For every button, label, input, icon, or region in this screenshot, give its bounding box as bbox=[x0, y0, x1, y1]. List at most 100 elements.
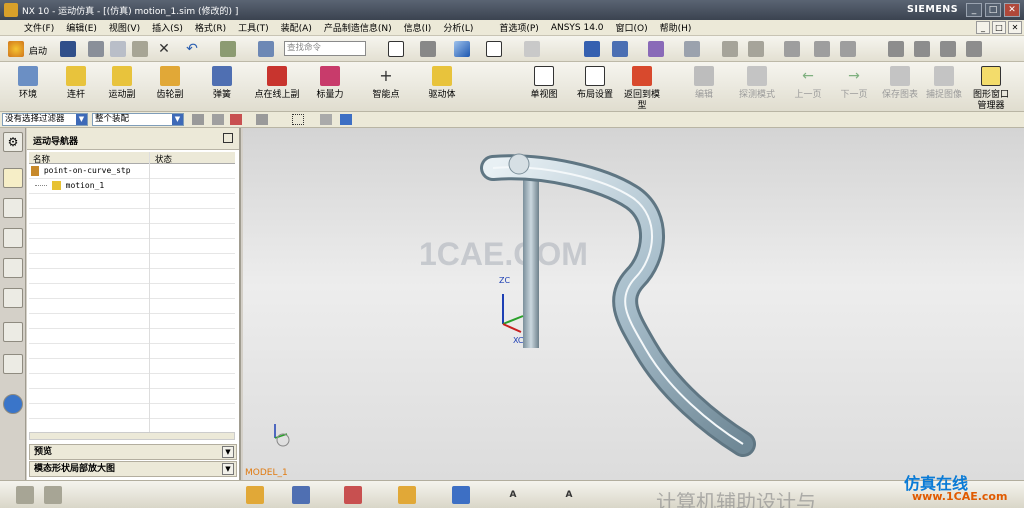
minimize-button[interactable]: _ bbox=[966, 3, 982, 17]
shaded-display-icon[interactable] bbox=[454, 41, 470, 57]
spring-button[interactable]: 弹簧 bbox=[204, 66, 240, 101]
tree-row-sim[interactable]: point-on-curve_stp bbox=[29, 164, 235, 178]
orient-view-icon[interactable] bbox=[420, 41, 436, 57]
pattern-icon[interactable] bbox=[940, 41, 956, 57]
reuse-library-icon[interactable] bbox=[3, 288, 23, 308]
text-tool-icon[interactable]: A bbox=[504, 486, 522, 504]
reposition-icon[interactable] bbox=[914, 41, 930, 57]
doc-close-button[interactable]: ✕ bbox=[1008, 21, 1022, 34]
part-navigator-icon[interactable] bbox=[3, 258, 23, 278]
previous-page-button[interactable]: ← 上一页 bbox=[790, 66, 826, 101]
role-icon[interactable] bbox=[3, 394, 23, 414]
link-button[interactable]: 连杆 bbox=[58, 66, 94, 101]
next-page-button[interactable]: → 下一页 bbox=[836, 66, 872, 101]
component-icon[interactable] bbox=[748, 41, 764, 57]
paste-icon[interactable] bbox=[132, 41, 148, 57]
menu-analysis[interactable]: 分析(L) bbox=[437, 21, 479, 34]
bottom-tool-3-icon[interactable] bbox=[246, 486, 264, 504]
menu-tools[interactable]: 工具(T) bbox=[232, 21, 275, 34]
environment-button[interactable]: 环境 bbox=[10, 66, 46, 101]
menu-edit[interactable]: 编辑(E) bbox=[60, 21, 103, 34]
graphics-window[interactable]: 1CAE.COM ZC XC MODEL_1 bbox=[243, 128, 1024, 480]
history-icon[interactable] bbox=[3, 322, 23, 342]
ball[interactable] bbox=[508, 153, 530, 175]
vertical-post[interactable] bbox=[523, 170, 539, 348]
settings-gear-icon[interactable]: ⚙ bbox=[3, 132, 23, 152]
bottom-tool-5-icon[interactable] bbox=[344, 486, 362, 504]
layout-settings-button[interactable]: 布局设置 bbox=[574, 66, 616, 101]
layer-icon[interactable] bbox=[524, 41, 540, 57]
save-icon[interactable] bbox=[60, 41, 76, 57]
menu-format[interactable]: 格式(R) bbox=[189, 21, 232, 34]
bottom-tool-4-icon[interactable] bbox=[292, 486, 310, 504]
text-tool-2-icon[interactable]: A bbox=[560, 486, 578, 504]
fit-view-icon[interactable] bbox=[388, 41, 404, 57]
point-on-curve-button[interactable]: 点在线上副 bbox=[252, 66, 302, 101]
menu-ansys[interactable]: ANSYS 14.0 bbox=[545, 23, 610, 33]
mirror-icon[interactable] bbox=[966, 41, 982, 57]
snap-icon[interactable] bbox=[256, 114, 268, 125]
cut-icon[interactable] bbox=[88, 41, 104, 57]
smart-point-button[interactable]: + 智能点 bbox=[366, 66, 406, 101]
snap-point-icon[interactable] bbox=[230, 114, 242, 125]
explode-icon[interactable] bbox=[840, 41, 856, 57]
close-button[interactable]: ✕ bbox=[1004, 3, 1020, 17]
measure-icon[interactable] bbox=[648, 41, 664, 57]
menu-view[interactable]: 视图(V) bbox=[103, 21, 146, 34]
deselect-icon[interactable] bbox=[320, 114, 332, 125]
info-window-icon[interactable] bbox=[258, 41, 274, 57]
menu-preferences[interactable]: 首选项(P) bbox=[493, 21, 544, 34]
tree-row-motion[interactable]: motion_1 bbox=[29, 179, 235, 193]
menu-file[interactable]: 文件(F) bbox=[18, 21, 60, 34]
trace-icon[interactable] bbox=[684, 41, 700, 57]
parts-icon[interactable] bbox=[220, 41, 236, 57]
return-to-model-button[interactable]: 返回到模型 bbox=[622, 66, 662, 112]
gear-joint-button[interactable]: 齿轮副 bbox=[150, 66, 190, 101]
maximize-icon[interactable] bbox=[223, 133, 233, 143]
menu-help[interactable]: 帮助(H) bbox=[654, 21, 698, 34]
preview-panel[interactable]: 预览 ▼ bbox=[29, 444, 237, 460]
edit-button[interactable]: 编辑 bbox=[686, 66, 722, 101]
delete-icon[interactable]: ✕ bbox=[156, 41, 172, 57]
doc-restore-button[interactable]: □ bbox=[992, 21, 1006, 34]
menu-insert[interactable]: 插入(S) bbox=[146, 21, 189, 34]
system-materials-icon[interactable] bbox=[3, 354, 23, 374]
mode-shape-panel[interactable]: 模态形状局部放大图 ▼ bbox=[29, 461, 237, 477]
maximize-button[interactable]: □ bbox=[985, 3, 1001, 17]
doc-minimize-button[interactable]: _ bbox=[976, 21, 990, 34]
play-icon[interactable] bbox=[612, 41, 628, 57]
box-select-icon[interactable] bbox=[292, 114, 304, 125]
assembly-navigator-icon[interactable] bbox=[3, 198, 23, 218]
probe-mode-button[interactable]: 探测模式 bbox=[734, 66, 780, 101]
motion-navigator-tab-icon[interactable] bbox=[3, 168, 23, 188]
solid-icon[interactable] bbox=[340, 114, 352, 125]
bottom-tool-2-icon[interactable] bbox=[44, 486, 62, 504]
menu-pmi[interactable]: 产品制造信息(N) bbox=[318, 21, 398, 34]
bottom-tool-1-icon[interactable] bbox=[16, 486, 34, 504]
horizontal-scrollbar[interactable] bbox=[29, 432, 235, 440]
filter-icon[interactable] bbox=[192, 114, 204, 125]
mate-icon[interactable] bbox=[814, 41, 830, 57]
selection-scope-select[interactable]: 整个装配 ▼ bbox=[92, 113, 184, 126]
bottom-tool-6-icon[interactable] bbox=[398, 486, 416, 504]
graph-window-manager-button[interactable]: 图形窗口管理器 bbox=[970, 66, 1012, 112]
constraint-icon[interactable] bbox=[784, 41, 800, 57]
bottom-tool-7-icon[interactable] bbox=[452, 486, 470, 504]
scalar-force-button[interactable]: 标量力 bbox=[310, 66, 350, 101]
background-icon[interactable] bbox=[486, 41, 502, 57]
move-component-icon[interactable] bbox=[888, 41, 904, 57]
type-filter-select[interactable]: 没有选择过滤器 ▼ bbox=[2, 113, 88, 126]
select-all-icon[interactable] bbox=[212, 114, 224, 125]
command-finder-input[interactable]: 查找命令 bbox=[284, 41, 366, 56]
menu-assembly[interactable]: 装配(A) bbox=[275, 21, 318, 34]
undo-icon[interactable]: ↶ bbox=[184, 41, 200, 57]
driver-button[interactable]: 驱动体 bbox=[422, 66, 462, 101]
constraint-navigator-icon[interactable] bbox=[3, 228, 23, 248]
single-view-button[interactable]: 单视图 bbox=[526, 66, 562, 101]
menu-window[interactable]: 窗口(O) bbox=[610, 21, 654, 34]
save-chart-button[interactable]: 保存图表 bbox=[880, 66, 920, 101]
copy-icon[interactable] bbox=[110, 41, 126, 57]
start-icon[interactable] bbox=[8, 41, 24, 57]
menu-information[interactable]: 信息(I) bbox=[398, 21, 438, 34]
assembly-icon[interactable] bbox=[722, 41, 738, 57]
